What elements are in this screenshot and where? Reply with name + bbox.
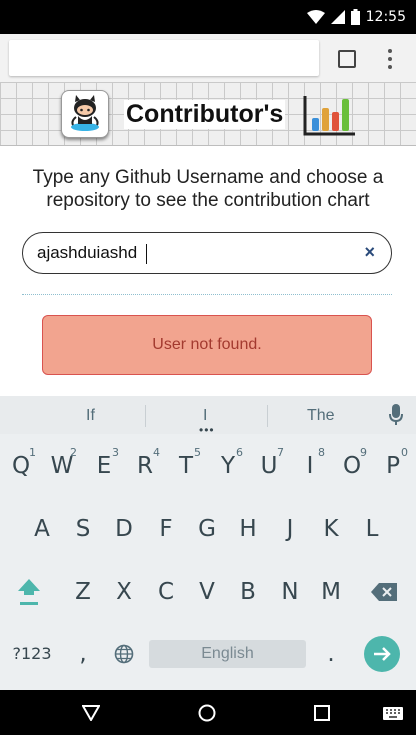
key-l[interactable]: L — [352, 507, 392, 551]
error-alert: User not found. — [42, 315, 372, 375]
key-p[interactable]: 0P — [373, 444, 413, 488]
bar-chart-icon — [303, 96, 355, 136]
key-u[interactable]: 7U — [249, 444, 289, 488]
soft-keyboard: If I ••• The 1Q 2W 3E 4R 5T 6Y 7U 8I 9O … — [0, 396, 416, 690]
microphone-icon[interactable] — [389, 404, 403, 426]
app-header: Contributor's — [0, 82, 416, 146]
battery-icon — [350, 9, 360, 25]
signal-icon — [330, 10, 345, 24]
username-input[interactable] — [37, 241, 347, 265]
key-b[interactable]: B — [228, 570, 268, 614]
suggestion-strip: If I ••• The — [0, 396, 416, 436]
browser-toolbar — [0, 34, 416, 82]
suggestion-divider — [267, 405, 268, 427]
symbols-key[interactable]: ?123 — [12, 632, 52, 676]
suggestion-item[interactable]: If — [86, 407, 95, 425]
key-d[interactable]: D — [104, 507, 144, 551]
shift-key[interactable] — [9, 570, 49, 614]
back-icon[interactable] — [82, 705, 100, 721]
app-title: Contributor's — [124, 100, 286, 129]
enter-key[interactable] — [364, 636, 400, 672]
wifi-icon — [306, 10, 325, 24]
key-h[interactable]: H — [228, 507, 268, 551]
key-f[interactable]: F — [146, 507, 186, 551]
shift-icon — [18, 579, 40, 605]
overflow-menu-icon[interactable] — [384, 48, 396, 70]
language-key[interactable] — [104, 632, 144, 676]
key-x[interactable]: X — [104, 570, 144, 614]
key-y[interactable]: 6Y — [208, 444, 248, 488]
comma-key[interactable]: , — [63, 632, 103, 676]
key-z[interactable]: Z — [63, 570, 103, 614]
keyboard-switch-icon[interactable] — [383, 707, 403, 720]
tab-switcher-icon[interactable] — [338, 50, 356, 68]
divider — [22, 294, 392, 295]
home-icon[interactable] — [198, 704, 216, 722]
key-j[interactable]: J — [270, 507, 310, 551]
key-r[interactable]: 4R — [125, 444, 165, 488]
more-suggestions-icon[interactable]: ••• — [199, 424, 215, 436]
status-icons: 12:55 — [306, 9, 406, 25]
key-w[interactable]: 2W — [42, 444, 82, 488]
key-v[interactable]: V — [187, 570, 227, 614]
key-q[interactable]: 1Q — [1, 444, 41, 488]
globe-icon — [114, 644, 134, 664]
key-k[interactable]: K — [311, 507, 351, 551]
key-i[interactable]: 8I — [290, 444, 330, 488]
status-time: 12:55 — [365, 9, 406, 25]
username-search-box[interactable]: × — [22, 232, 392, 274]
period-key[interactable]: . — [311, 632, 351, 676]
arrow-right-icon — [374, 647, 391, 661]
key-n[interactable]: N — [270, 570, 310, 614]
status-bar: 12:55 — [0, 0, 416, 34]
clear-icon[interactable]: × — [364, 242, 375, 263]
key-c[interactable]: C — [146, 570, 186, 614]
text-cursor — [146, 244, 147, 264]
suggestion-divider — [145, 405, 146, 427]
navigation-bar — [0, 690, 416, 735]
url-bar[interactable] — [9, 40, 319, 76]
key-o[interactable]: 9O — [332, 444, 372, 488]
key-t[interactable]: 5T — [166, 444, 206, 488]
key-g[interactable]: G — [187, 507, 227, 551]
backspace-key[interactable] — [364, 570, 404, 614]
page-content: Contributor's Type any Github Username a… — [0, 82, 416, 396]
recents-icon[interactable] — [314, 705, 330, 721]
key-m[interactable]: M — [311, 570, 351, 614]
key-a[interactable]: A — [22, 507, 62, 551]
backspace-icon — [371, 583, 397, 601]
key-s[interactable]: S — [63, 507, 103, 551]
intro-text: Type any Github Username and choose a re… — [32, 167, 384, 211]
space-key[interactable]: English — [149, 640, 306, 668]
suggestion-item[interactable]: The — [307, 407, 335, 425]
github-octocat-icon — [61, 90, 109, 138]
key-e[interactable]: 3E — [84, 444, 124, 488]
